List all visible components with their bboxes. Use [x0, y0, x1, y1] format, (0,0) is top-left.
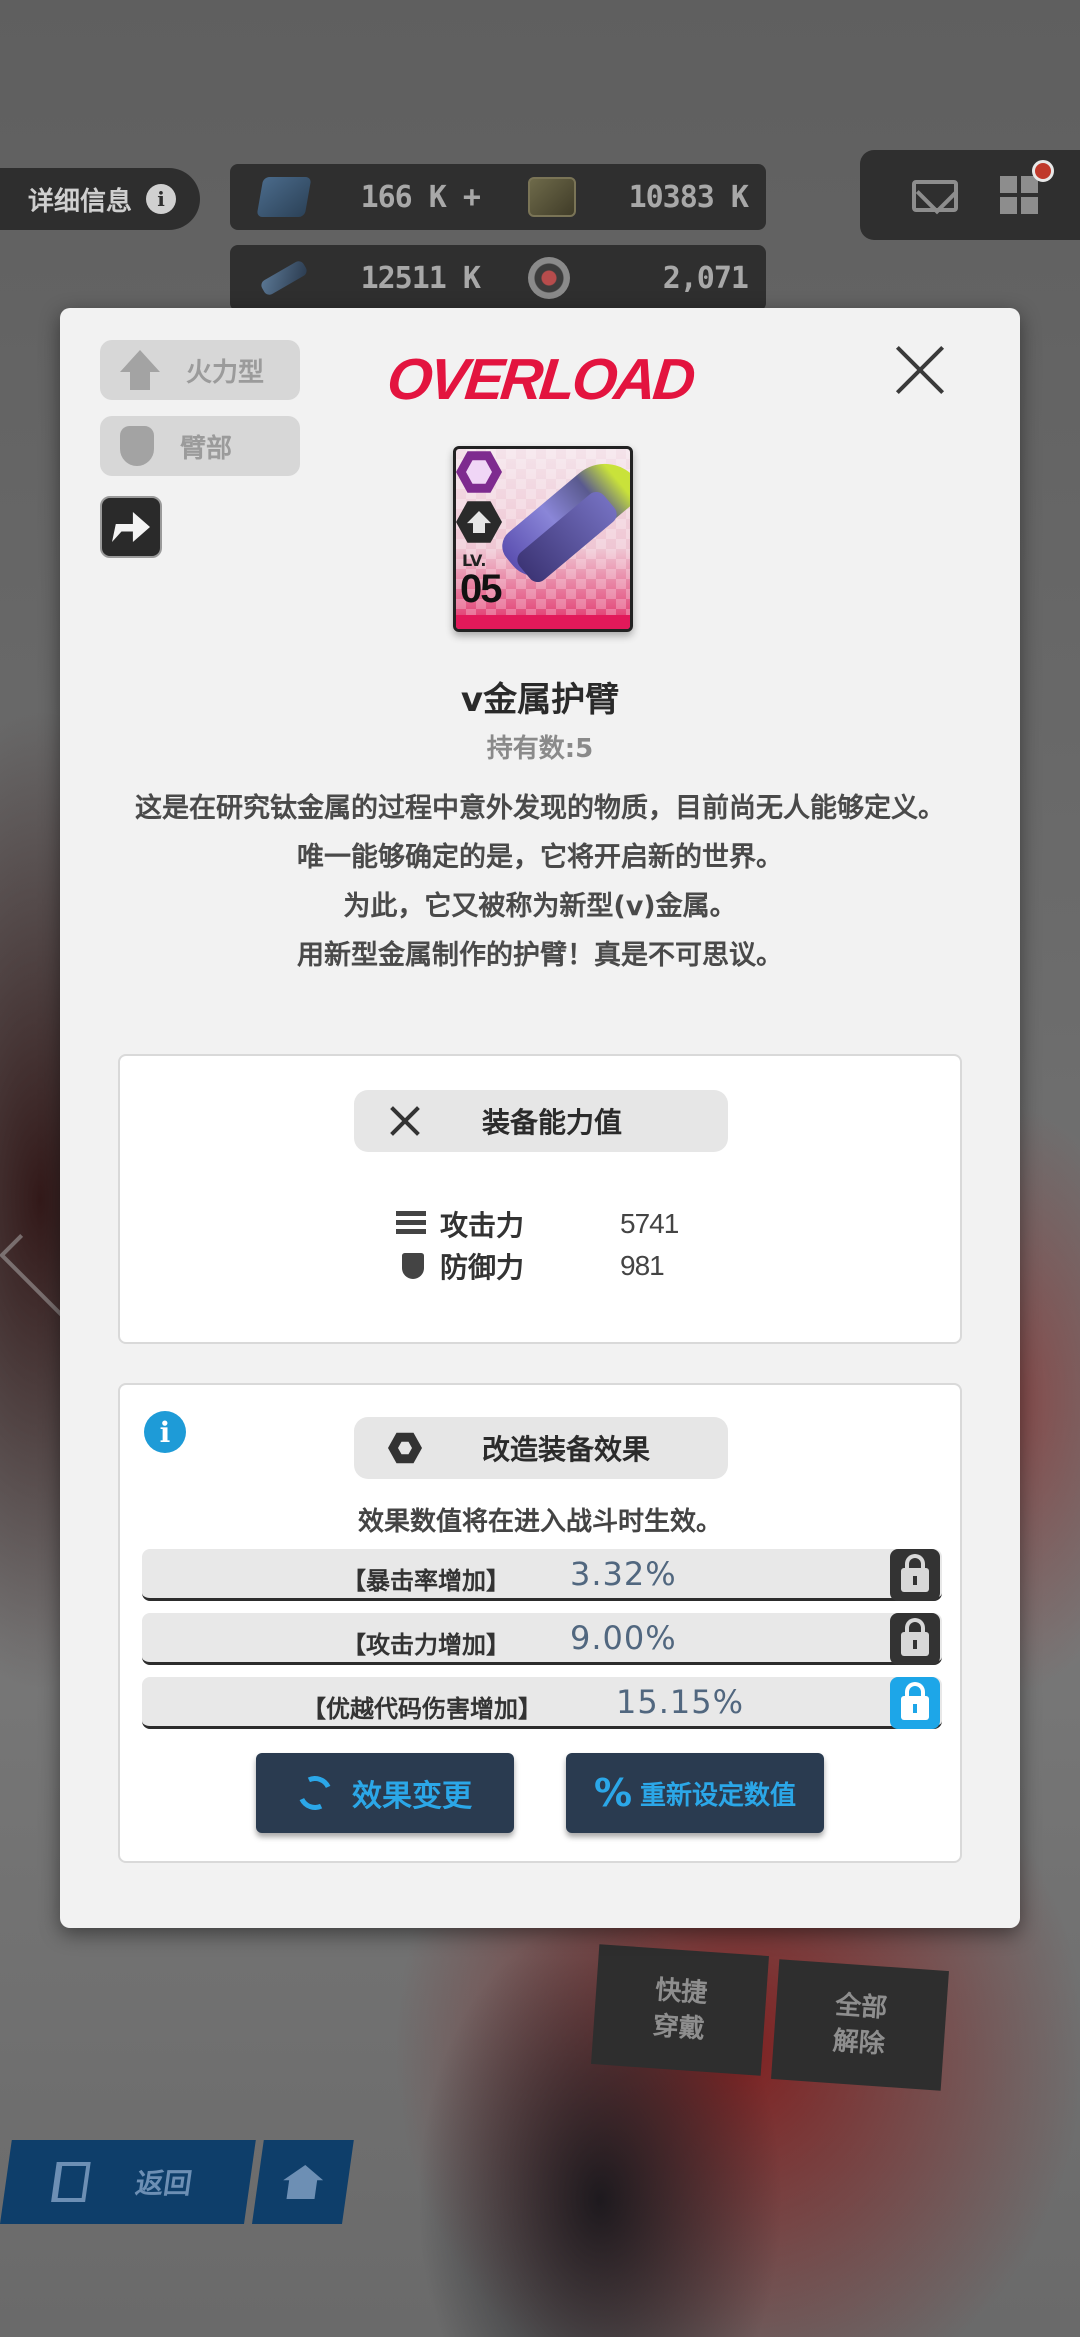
attack-icon	[396, 1211, 426, 1237]
currency-bar-top: 166 K + 10383 K	[230, 164, 766, 230]
rarity-bar	[456, 615, 630, 629]
info-icon: i	[146, 184, 177, 214]
share-arrow-icon	[112, 512, 150, 542]
item-description: 这是在研究钛金属的过程中意外发现的物质，目前尚无人能够定义。 唯一能够确定的是，…	[120, 784, 960, 980]
description-line: 用新型金属制作的护臂！真是不可思议。	[297, 940, 783, 971]
modification-effects-panel: i 改造装备效果 效果数值将在进入战斗时生效。 【暴击率增加】 3.32% 【攻…	[118, 1383, 962, 1863]
home-button[interactable]	[252, 2140, 354, 2224]
change-effect-label: 效果变更	[352, 1779, 472, 1814]
currency-bar-bottom: 12511 K 2,071	[230, 245, 766, 311]
remove-all-line2: 解除	[831, 2026, 886, 2060]
stat-label: 防御力	[440, 1251, 525, 1284]
firepower-icon	[120, 350, 160, 390]
effect-value: 15.15%	[616, 1683, 745, 1721]
quick-equip-line2: 穿戴	[651, 2011, 706, 2045]
quick-equip-button[interactable]: 快捷 穿戴	[591, 1944, 769, 2076]
stat-row-defense: 防御力 981	[396, 1246, 665, 1286]
item-name: v金属护臂	[460, 680, 620, 720]
item-card: LV. 05	[453, 446, 633, 632]
stats-header: 装备能力值	[354, 1090, 728, 1152]
effect-row-crit-rate: 【暴击率增加】 3.32%	[142, 1549, 942, 1601]
mods-header: 改造装备效果	[354, 1417, 728, 1479]
level-value: 05	[460, 567, 502, 611]
detail-info-tab[interactable]: 详细信息 i	[0, 168, 200, 230]
reset-values-label: 重新设定数值	[640, 1780, 797, 1811]
share-button[interactable]	[100, 496, 162, 558]
effect-name: 【攻击力增加】	[342, 1631, 510, 1659]
stat-value: 5741	[620, 1208, 679, 1239]
currency-value: 166 K +	[360, 179, 481, 215]
stats-title: 装备能力值	[482, 1106, 623, 1139]
effect-row-code-damage: 【优越代码伤害增加】 15.15%	[142, 1677, 942, 1729]
stat-label: 攻击力	[440, 1209, 525, 1242]
effect-row-attack: 【攻击力增加】 9.00%	[142, 1613, 942, 1665]
percent-icon: %	[593, 1771, 633, 1815]
slot-tag-arm: 臂部	[100, 416, 300, 476]
top-right-menu	[860, 150, 1080, 240]
currency-orb: 2,071	[498, 245, 766, 311]
currency-crystal[interactable]: 166 K +	[230, 164, 498, 230]
description-line: 唯一能够确定的是，它将开启新的世界。	[297, 842, 783, 873]
slot-tag-label: 臂部	[180, 433, 233, 464]
crossed-swords-icon	[388, 1104, 422, 1138]
crystal-icon	[256, 177, 312, 217]
lock-icon-active[interactable]	[890, 1677, 940, 1729]
home-icon	[281, 2165, 326, 2199]
exit-door-icon	[51, 2162, 91, 2202]
remove-all-line1: 全部	[834, 1990, 889, 2024]
menu-grid-icon[interactable]	[1000, 176, 1040, 216]
close-icon[interactable]	[892, 342, 948, 398]
stat-row-attack: 攻击力 5741	[396, 1204, 679, 1244]
description-line: 这是在研究钛金属的过程中意外发现的物质，目前尚无人能够定义。	[135, 793, 945, 824]
orb-icon	[528, 257, 570, 299]
effect-value: 3.32%	[570, 1555, 677, 1593]
equipment-detail-modal: 火力型 臂部 OVERLOAD LV. 05 v金属护臂 持有数:5 这是在研究…	[60, 308, 1020, 1928]
description-line: 为此，它又被称为新型(v)金属。	[343, 891, 737, 922]
arm-icon	[120, 426, 154, 466]
currency-wand: 12511 K	[230, 245, 498, 311]
effect-name: 【优越代码伤害增加】	[302, 1695, 542, 1723]
reset-values-button[interactable]: % 重新设定数值	[566, 1753, 824, 1833]
notification-dot	[1032, 160, 1054, 182]
refresh-icon	[293, 1771, 337, 1815]
info-icon[interactable]: i	[144, 1411, 186, 1453]
effect-value: 9.00%	[570, 1619, 677, 1657]
wand-icon	[259, 259, 309, 297]
stat-value: 981	[620, 1250, 665, 1281]
shield-icon	[402, 1253, 424, 1279]
type-tag-label: 火力型	[186, 357, 265, 388]
remove-all-button[interactable]: 全部 解除	[771, 1959, 949, 2091]
lock-icon[interactable]	[890, 1549, 940, 1601]
back-label: 返回	[133, 2167, 195, 2200]
currency-ticket: 10383 K	[498, 164, 766, 230]
owned-count: 持有数:5	[486, 734, 594, 764]
lock-icon[interactable]	[890, 1613, 940, 1665]
currency-value: 12511 K	[360, 260, 481, 296]
detail-info-label: 详细信息	[28, 186, 133, 217]
mail-icon[interactable]	[912, 180, 958, 212]
back-button[interactable]: 返回	[0, 2140, 256, 2224]
quick-equip-line1: 快捷	[654, 1975, 709, 2009]
mods-title: 改造装备效果	[482, 1433, 651, 1466]
change-effect-button[interactable]: 效果变更	[256, 1753, 514, 1833]
effect-name: 【暴击率增加】	[342, 1567, 510, 1595]
modification-cube-icon	[388, 1432, 422, 1464]
currency-value: 10383 K	[628, 179, 749, 215]
currency-value: 2,071	[662, 260, 749, 296]
mods-note: 效果数值将在进入战斗时生效。	[357, 1507, 722, 1537]
equipment-stats-panel: 装备能力值 攻击力 5741 防御力 981	[118, 1054, 962, 1344]
overload-logo: OVERLOAD	[384, 346, 696, 412]
ticket-icon	[528, 177, 576, 217]
type-tag-firepower: 火力型	[100, 340, 300, 400]
